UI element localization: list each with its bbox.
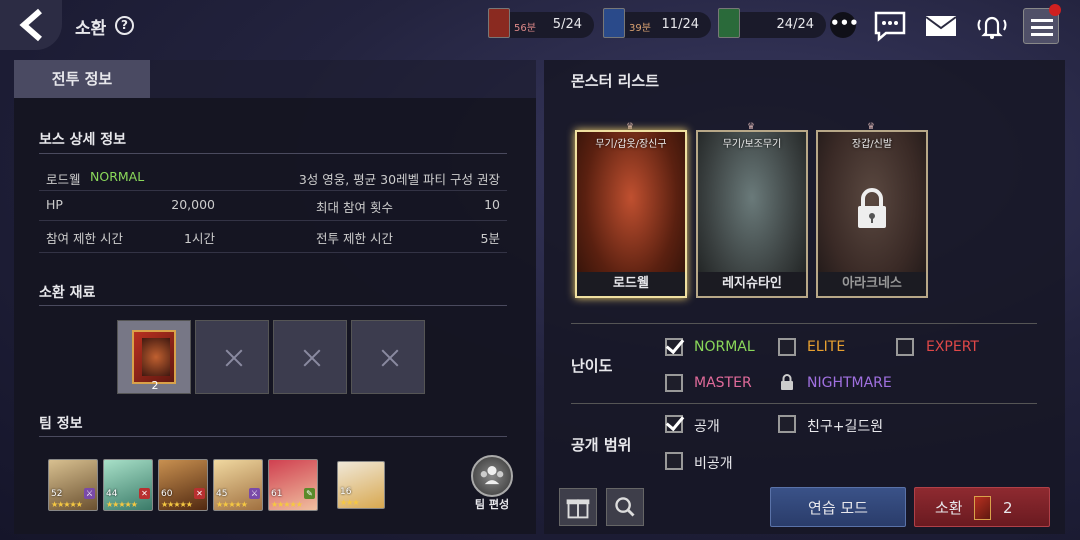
hero-slot[interactable]: 52 ⚔ ★★★★★ [48, 459, 98, 511]
visibility-private-label: 비공개 [694, 456, 733, 472]
difficulty-elite-checkbox[interactable] [778, 338, 796, 356]
resource-value: 11/24 [661, 17, 699, 32]
battle-time-value: 5분 [480, 231, 500, 246]
difficulty-expert-checkbox[interactable] [896, 338, 914, 356]
lock-icon [858, 188, 886, 228]
top-bar: 소환 ? 56분 5/24 39분 11/24 24/24 ••• [0, 0, 1080, 52]
difficulty-master-label: MASTER [694, 375, 752, 391]
hero-slot[interactable]: 61 ✎ ★★★★★ [268, 459, 318, 511]
monster-card-rodwell[interactable]: 무기/갑옷/장신구 로드웰 [575, 130, 687, 298]
notification-bell-icon[interactable] [974, 10, 1010, 42]
gift-icon [566, 499, 590, 519]
visibility-public-checkbox[interactable] [665, 415, 683, 433]
boss-name: 로드웰 [46, 172, 81, 187]
gift-button[interactable] [559, 488, 597, 526]
visibility-friends-guild-label: 친구+길드원 [807, 419, 884, 435]
material-slot-empty[interactable] [195, 320, 269, 394]
divider [39, 153, 507, 154]
material-slot-empty[interactable] [351, 320, 425, 394]
summon-card-icon [132, 330, 176, 384]
material-slot-filled[interactable]: 2 [117, 320, 191, 394]
max-join-value: 10 [484, 197, 500, 212]
monster-drop-tag: 장갑/신발 [851, 139, 893, 150]
hero-slot[interactable]: 45 ⚔ ★★★★★ [213, 459, 263, 511]
resource-timer: 56분 [514, 23, 536, 34]
more-resources-button[interactable]: ••• [830, 12, 859, 38]
help-icon[interactable]: ? [115, 16, 134, 35]
monster-name: 아라크네스 [818, 272, 926, 296]
search-icon [615, 497, 635, 517]
join-time-value: 1시간 [184, 231, 215, 246]
tab-battle-info[interactable]: 전투 정보 [14, 60, 150, 98]
resource-value: 24/24 [776, 17, 814, 32]
monster-list-heading: 몬스터 리스트 [571, 72, 660, 90]
difficulty-nightmare-label: NIGHTMARE [807, 375, 892, 391]
summon-label: 소환 [935, 499, 963, 517]
difficulty-master-checkbox[interactable] [665, 374, 683, 392]
summon-button[interactable]: 소환 2 [914, 487, 1050, 527]
blue-key-icon [603, 8, 625, 38]
page-title: 소환 [75, 19, 107, 39]
monster-drop-tag: 무기/보조무기 [722, 139, 782, 150]
practice-mode-button[interactable]: 연습 모드 [770, 487, 906, 527]
mail-icon[interactable] [923, 10, 959, 42]
back-arrow-icon [19, 8, 42, 42]
difficulty-normal-label: NORMAL [694, 339, 755, 355]
difficulty-expert-label: EXPERT [926, 339, 979, 355]
team-edit-label: 팀 편성 [474, 498, 510, 511]
boss-difficulty: NORMAL [90, 169, 145, 184]
team-info-heading: 팀 정보 [39, 416, 83, 432]
battle-time-label: 전투 제한 시간 [316, 231, 393, 246]
chat-icon[interactable] [872, 10, 908, 42]
monster-drop-tag: 무기/갑옷/장신구 [595, 139, 667, 150]
boss-name-row: 로드웰 NORMAL 3성 영웅, 평균 30레벨 파티 구성 권장 [46, 169, 500, 189]
material-count: 2 [151, 379, 159, 392]
party-recommendation: 3성 영웅, 평균 30레벨 파티 구성 권장 [298, 172, 500, 187]
summon-card-icon [974, 496, 991, 520]
boss-limits-row: 참여 제한 시간 1시간 전투 제한 시간 5분 [46, 228, 500, 248]
hero-slot[interactable]: 60 ✕ ★★★★★ [158, 459, 208, 511]
search-button[interactable] [606, 488, 644, 526]
max-join-label: 최대 참여 횟수 [316, 200, 393, 215]
monster-name: 레지슈타인 [698, 272, 806, 296]
red-key-icon [488, 8, 510, 38]
boss-detail-heading: 보스 상세 정보 [39, 132, 127, 148]
resource-timer: 39분 [629, 23, 651, 34]
boss-stats-row: HP 20,000 최대 참여 횟수 10 [46, 197, 500, 217]
join-time-label: 참여 제한 시간 [46, 231, 123, 246]
resource-counter-red[interactable]: 56분 5/24 [488, 8, 594, 38]
visibility-label: 공개 범위 [571, 436, 632, 454]
visibility-public-label: 공개 [694, 419, 720, 435]
visibility-private-checkbox[interactable] [665, 452, 683, 470]
hero-slot-pet[interactable]: 16 ★★★ [337, 461, 385, 509]
nightmare-lock-icon [781, 374, 793, 390]
summon-cost: 2 [1003, 499, 1013, 517]
monster-card-regishtain[interactable]: 무기/보조무기 레지슈타인 [696, 130, 808, 298]
hp-value: 20,000 [171, 197, 215, 212]
materials-heading: 소환 재료 [39, 285, 96, 301]
back-button[interactable] [0, 0, 62, 50]
notification-dot [1049, 4, 1061, 16]
visibility-friends-guild-checkbox[interactable] [778, 415, 796, 433]
team-edit-button[interactable] [471, 455, 513, 497]
difficulty-normal-checkbox[interactable] [665, 338, 683, 356]
hp-label: HP [46, 197, 63, 212]
resource-counter-blue[interactable]: 39분 11/24 [603, 8, 711, 38]
difficulty-elite-label: ELITE [807, 339, 846, 355]
difficulty-label: 난이도 [571, 357, 613, 375]
monster-card-arachnes[interactable]: 장갑/신발 아라크네스 [816, 130, 928, 298]
resource-value: 5/24 [552, 17, 582, 32]
resource-counter-green[interactable]: 24/24 [718, 8, 826, 38]
monster-name: 로드웰 [577, 272, 685, 296]
green-key-icon [718, 8, 740, 38]
material-slot-empty[interactable] [273, 320, 347, 394]
hero-slot[interactable]: 44 ✕ ★★★★★ [103, 459, 153, 511]
team-icon [480, 466, 504, 485]
